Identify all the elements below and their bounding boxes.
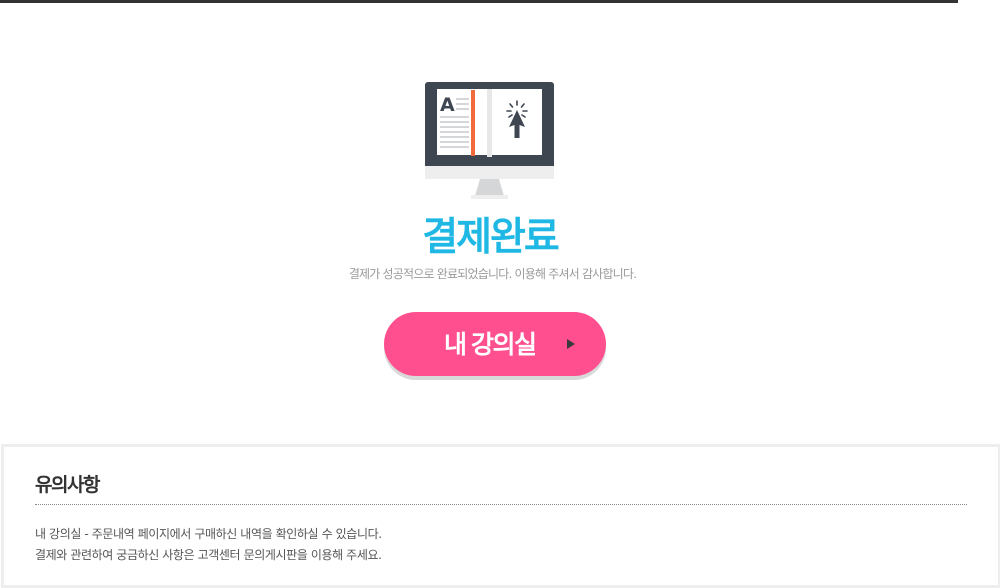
my-classroom-label: 내 강의실 — [444, 331, 537, 359]
notice-list: 내 강의실 - 주문내역 페이지에서 구매하신 내역을 확인하실 수 있습니다.… — [35, 524, 382, 566]
notice-title: 유의사항 — [35, 474, 100, 496]
list-item: 내 강의실 - 주문내역 페이지에서 구매하신 내역을 확인하실 수 있습니다. — [35, 527, 382, 541]
notice-box: 유의사항 내 강의실 - 주문내역 페이지에서 구매하신 내역을 확인하실 수 … — [1, 444, 1000, 588]
play-arrow-icon — [567, 339, 575, 349]
top-bar — [0, 0, 958, 3]
completion-message: 결제가 성공적으로 완료되었습니다. 이용해 주셔서 감사합니다. — [348, 267, 637, 281]
my-classroom-button[interactable]: 내 강의실 — [384, 312, 606, 376]
page-title: 결제완료 — [422, 215, 560, 260]
notice-divider — [35, 504, 967, 505]
svg-text:A: A — [440, 94, 455, 116]
list-item: 결제와 관련하여 궁금하신 사항은 고객센터 문의게시판을 이용해 주세요. — [35, 548, 382, 562]
monitor-book-icon: A — [425, 82, 554, 199]
